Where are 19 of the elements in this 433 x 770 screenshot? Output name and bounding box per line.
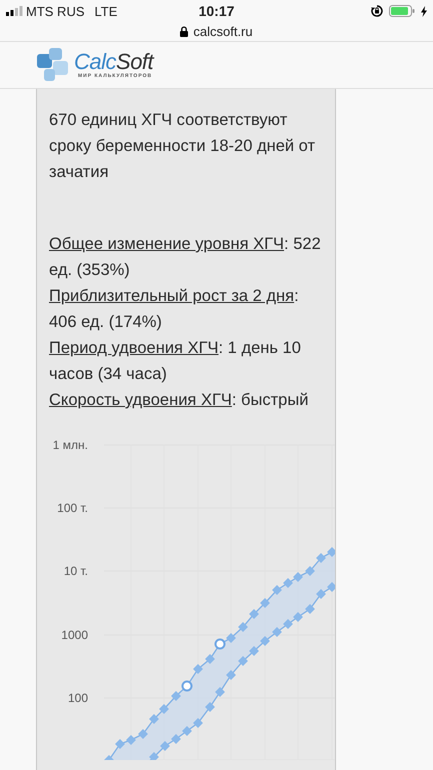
y-axis-label: 100 — [68, 691, 88, 705]
result-line: Скорость удвоения ХГЧ: быстрый — [48, 390, 310, 411]
result-line: Период удвоения ХГЧ: 1 день 10 часов (34 часа) — [48, 338, 302, 385]
url-text[interactable]: calcsoft.ru — [193, 24, 253, 39]
y-axis-label: 1 млн. — [52, 438, 88, 452]
network-type: LTE — [94, 4, 118, 18]
y-axis-label: 10 т. — [64, 564, 88, 578]
result-line: Общее изменение уровня ХГЧ: 522 ед. (353%) — [48, 234, 322, 281]
signal-icon — [6, 6, 23, 16]
y-axis-label: 1000 — [61, 628, 88, 642]
result-line: Приблизительный рост за 2 дня: 406 ед. (174%) — [48, 286, 300, 333]
rotation-lock-icon — [371, 5, 383, 17]
logo-wordmark: CalcSoft — [74, 51, 154, 73]
y-axis-label: 100 т. — [57, 501, 88, 515]
carrier-name: MTS RUS — [26, 4, 84, 18]
clock-time: 10:17 — [198, 3, 234, 19]
battery-icon — [389, 5, 415, 17]
result-summary: 670 единиц ХГЧ соответствуют сроку беременности 18-20 дней от зачатия — [48, 110, 316, 183]
lock-icon — [180, 26, 188, 37]
